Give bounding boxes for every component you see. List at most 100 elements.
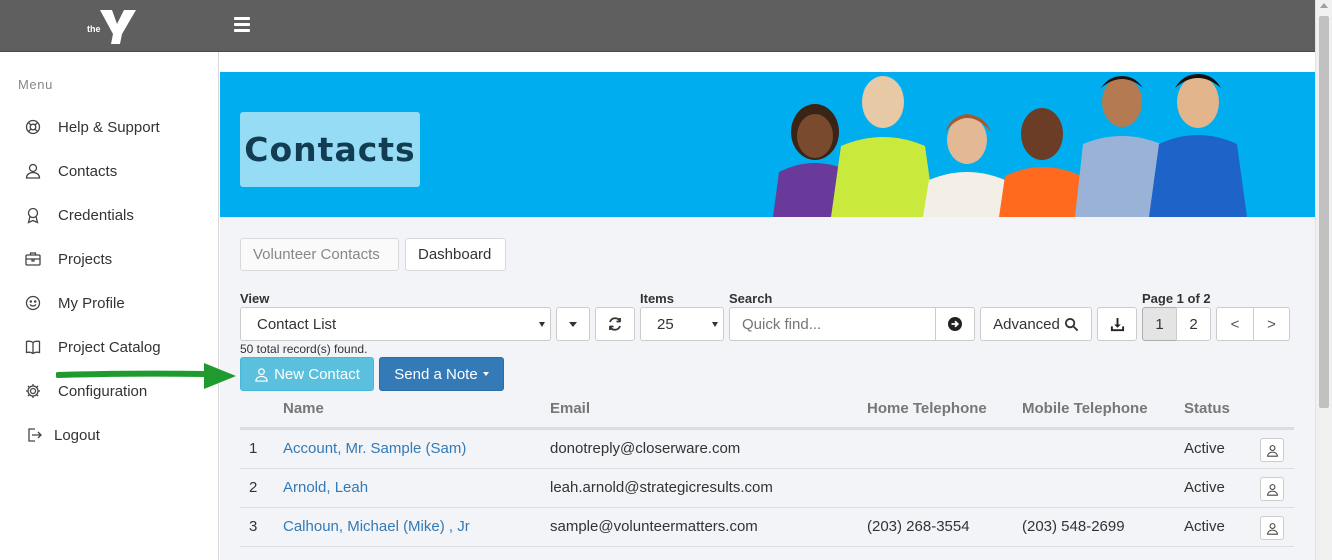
page-banner: Contacts [220,72,1315,217]
column-header-email[interactable]: Email [550,400,590,417]
sidebar-item-label: Projects [58,250,113,268]
page-2-button[interactable]: 2 [1176,307,1211,341]
table-row: 3 Calhoun, Michael (Mike) , Jr sample@vo… [240,507,1294,546]
table-row: 1 Account, Mr. Sample (Sam) donotreply@c… [240,429,1294,468]
next-page-icon: > [1267,315,1276,333]
arrow-circle-right-icon [948,317,962,331]
user-icon [255,367,268,382]
hamburger-menu-icon[interactable] [234,17,250,35]
row-number: 2 [249,479,258,496]
column-header-home-telephone[interactable]: Home Telephone [867,400,987,417]
view-contact-button[interactable] [1260,516,1284,540]
scrollbar-thumb[interactable] [1319,16,1329,408]
book-icon [25,340,41,355]
prev-page-button[interactable]: < [1216,307,1254,341]
export-button[interactable] [1097,307,1137,341]
sidebar-item-contacts[interactable]: Contacts [24,159,117,183]
contact-email: leah.arnold@strategicresults.com [550,479,773,496]
sidebar-item-label: Credentials [58,206,134,224]
record-count: 50 total record(s) found. [240,342,368,356]
column-header-mobile-telephone[interactable]: Mobile Telephone [1022,400,1148,417]
view-select-value: Contact List [257,315,337,333]
briefcase-icon [25,252,41,266]
tab-dashboard[interactable]: Dashboard [405,238,506,271]
send-note-label: Send a Note [394,365,478,383]
tab-label: Volunteer Contacts [253,246,380,263]
prev-page-icon: < [1230,315,1240,333]
tab-volunteer-contacts[interactable]: Volunteer Contacts [240,238,399,271]
sidebar-item-label: Project Catalog [58,338,161,356]
new-contact-button[interactable]: New Contact [240,357,374,391]
contact-mobile-phone: (203) 548-2699 [1022,518,1125,535]
row-number: 3 [249,518,258,535]
view-contact-button[interactable] [1260,438,1284,462]
contact-status: Active [1184,440,1225,457]
lifebuoy-icon [25,119,41,135]
page-title: Contacts [244,130,416,169]
view-contact-button[interactable] [1260,477,1284,501]
tab-label: Dashboard [418,246,492,263]
page-scrollbar[interactable] [1315,0,1332,560]
contact-home-phone: (203) 268-3554 [867,518,970,535]
people-photo [773,74,1247,217]
advanced-search-button[interactable]: Advanced [980,307,1092,341]
sidebar-item-credentials[interactable]: Credentials [24,203,134,227]
smiley-icon [25,295,41,311]
user-icon [1266,483,1278,496]
sidebar-item-label: My Profile [58,294,125,312]
send-note-button[interactable]: Send a Note [379,357,504,391]
page-1-button[interactable]: 1 [1142,307,1177,341]
svg-text:the: the [87,24,101,34]
items-select-value: 25 [657,315,674,333]
sidebar-item-projects[interactable]: Projects [24,247,112,271]
items-per-page-select[interactable]: 25 [640,307,724,341]
column-header-name[interactable]: Name [283,400,324,417]
caret-down-icon [482,372,489,376]
contact-name-link[interactable]: Calhoun, Michael (Mike) , Jr [283,518,470,535]
menu-title: Menu [18,77,53,92]
page-indicator: Page 1 of 2 [1142,291,1211,306]
advanced-label: Advanced [993,315,1060,333]
search-input[interactable] [729,307,936,341]
search-go-button[interactable] [935,307,975,341]
sidebar-item-label: Logout [54,426,100,444]
sidebar-item-help-support[interactable]: Help & Support [24,115,160,139]
refresh-button[interactable] [595,307,635,341]
next-page-button[interactable]: > [1253,307,1290,341]
page-title-box: Contacts [240,112,420,187]
view-label: View [240,291,270,306]
refresh-icon [609,317,621,331]
chevron-down-icon [539,322,545,327]
sidebar-item-label: Help & Support [58,118,160,136]
contact-name-link[interactable]: Arnold, Leah [283,479,368,496]
view-select[interactable]: Contact List [240,307,551,341]
user-icon [25,163,41,179]
ymca-logo[interactable]: the [84,6,140,46]
download-icon [1110,317,1124,331]
view-options-dropdown-button[interactable] [556,307,590,341]
sidebar-item-logout[interactable]: Logout [24,423,100,447]
table-row-partial [240,546,1294,560]
page-number: 1 [1155,315,1164,333]
contact-name-link[interactable]: Account, Mr. Sample (Sam) [283,440,466,457]
annotation-arrow-icon [56,363,236,389]
table-row: 2 Arnold, Leah leah.arnold@strategicresu… [240,468,1294,507]
user-icon [1266,444,1278,457]
sidebar-item-label: Contacts [58,162,118,180]
award-icon [27,207,39,224]
sidebar: Menu Help & Support Contacts Credentials… [0,52,219,560]
user-icon [1266,522,1278,535]
column-header-status[interactable]: Status [1184,400,1230,417]
scroll-up-arrow-icon[interactable] [1320,3,1328,8]
contact-status: Active [1184,479,1225,496]
contact-status: Active [1184,518,1225,535]
top-bar: the [0,0,1315,52]
caret-down-icon [569,321,577,327]
sidebar-item-project-catalog[interactable]: Project Catalog [24,335,161,359]
chevron-down-icon [712,322,718,327]
sidebar-item-my-profile[interactable]: My Profile [24,291,125,315]
search-icon [1064,317,1079,331]
row-number: 1 [249,440,258,457]
page-number: 2 [1189,315,1198,333]
contact-email: donotreply@closerware.com [550,440,741,457]
